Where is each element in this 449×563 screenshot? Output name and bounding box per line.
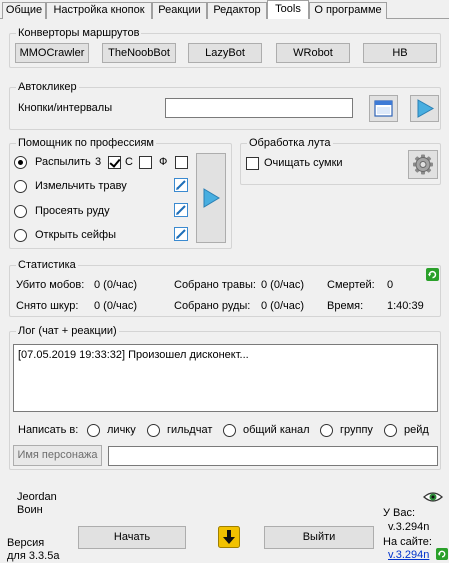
check-f[interactable]: [175, 156, 188, 169]
version-label: Версия: [7, 537, 45, 549]
message-input[interactable]: [108, 446, 438, 466]
radio-open[interactable]: [14, 229, 27, 242]
sift-label: Просеять руду: [35, 205, 110, 217]
play-arrow-icon: [417, 99, 435, 118]
exit-button[interactable]: Выйти: [264, 526, 374, 549]
tab-reactions[interactable]: Реакции: [152, 2, 207, 19]
char-name-button[interactable]: Имя персонажа: [13, 445, 102, 466]
professions-title: Помощник по профессиям: [16, 136, 156, 150]
ore-value: 0 (0/час): [261, 300, 305, 312]
radio-group[interactable]: [320, 424, 333, 437]
herbs-label: Собрано травы:: [174, 279, 256, 291]
check-c-label: С: [125, 156, 133, 168]
open-label: Открыть сейфы: [35, 229, 116, 241]
spray-count: 3: [95, 156, 102, 168]
hb-button[interactable]: HB: [363, 43, 437, 63]
radio-spray[interactable]: [14, 156, 27, 169]
gear-icon: [413, 154, 433, 175]
site-label: На сайте:: [383, 536, 432, 548]
spray-label: Распылить: [35, 156, 91, 168]
radio-guild[interactable]: [147, 424, 160, 437]
window-icon: [374, 100, 393, 117]
tab-editor[interactable]: Редактор: [207, 2, 267, 19]
radio-sift[interactable]: [14, 205, 27, 218]
tab-tools[interactable]: Tools: [267, 0, 309, 19]
tab-button-settings[interactable]: Настройка кнопок: [46, 2, 152, 19]
log-textarea[interactable]: [07.05.2019 19:33:32] Произошел дисконек…: [13, 344, 438, 412]
option-private: личку: [107, 424, 136, 436]
ore-label: Собрано руды:: [174, 300, 251, 312]
autoclicker-label: Кнопки/интервалы: [18, 102, 113, 114]
thenoobbot-button[interactable]: TheNoobBot: [102, 43, 176, 63]
herbs-value: 0 (0/час): [261, 279, 305, 291]
wrobot-button[interactable]: WRobot: [276, 43, 350, 63]
you-have-label: У Вас:: [383, 507, 416, 519]
statistics-title: Статистика: [16, 258, 78, 272]
pencil-icon[interactable]: [174, 227, 188, 241]
tab-bar: Общие Настройка кнопок Реакции Редактор …: [0, 0, 449, 20]
log-title: Лог (чат + реакции): [16, 324, 119, 338]
log-text: [07.05.2019 19:33:32] Произошел дисконек…: [18, 349, 249, 361]
option-general: общий канал: [243, 424, 310, 436]
professions-start-button[interactable]: [196, 153, 226, 243]
lazybot-button[interactable]: LazyBot: [188, 43, 262, 63]
tab-about[interactable]: О программе: [309, 2, 387, 19]
tab-general[interactable]: Общие: [2, 2, 46, 19]
time-value: 1:40:39: [387, 300, 424, 312]
write-in-label: Написать в:: [18, 424, 79, 436]
pencil-icon[interactable]: [174, 203, 188, 217]
radio-raid[interactable]: [384, 424, 397, 437]
autoclicker-start-button[interactable]: [410, 95, 439, 122]
radio-general[interactable]: [223, 424, 236, 437]
check-c[interactable]: [108, 156, 121, 169]
eye-icon[interactable]: [423, 490, 443, 504]
you-have-version: v.3.294n: [388, 521, 430, 533]
grind-label: Измельчить траву: [35, 180, 127, 192]
skinned-label: Снято шкур:: [16, 300, 79, 312]
char-name: Jeordan: [17, 491, 57, 503]
radio-grind[interactable]: [14, 180, 27, 193]
site-version-link[interactable]: v.3.294n: [388, 548, 429, 562]
autoclicker-input[interactable]: [165, 98, 353, 118]
start-button[interactable]: Начать: [78, 526, 186, 549]
skinned-value: 0 (0/час): [94, 300, 138, 312]
check-f-label: Ф: [159, 156, 168, 168]
pencil-icon[interactable]: [174, 178, 188, 192]
clear-bags-label: Очищать сумки: [264, 157, 343, 169]
window-settings-button[interactable]: [369, 95, 398, 122]
deaths-value: 0: [387, 279, 394, 291]
killed-value: 0 (0/час): [94, 279, 138, 291]
loot-title: Обработка лута: [247, 136, 333, 150]
time-label: Время:: [327, 300, 364, 312]
radio-private[interactable]: [87, 424, 100, 437]
check-clear-bags[interactable]: [246, 157, 259, 170]
option-group: группу: [340, 424, 373, 436]
version-for: для 3.3.5а: [7, 550, 60, 562]
play-arrow-icon: [203, 188, 220, 208]
check-extra[interactable]: [139, 156, 152, 169]
refresh-icon[interactable]: [426, 268, 439, 281]
option-guild: гильдчат: [167, 424, 213, 436]
char-class: Воин: [17, 504, 43, 516]
deaths-label: Смертей:: [327, 279, 375, 291]
mmocrawler-button[interactable]: MMOCrawler: [15, 43, 89, 63]
loot-settings-button[interactable]: [408, 150, 438, 179]
option-raid: рейд: [404, 424, 429, 436]
converters-title: Конверторы маршрутов: [16, 26, 142, 40]
refresh-icon[interactable]: [436, 548, 448, 560]
download-arrow-icon: [218, 526, 240, 548]
killed-label: Убито мобов:: [16, 279, 85, 291]
autoclicker-title: Автокликер: [16, 80, 79, 94]
download-button[interactable]: [218, 526, 240, 548]
